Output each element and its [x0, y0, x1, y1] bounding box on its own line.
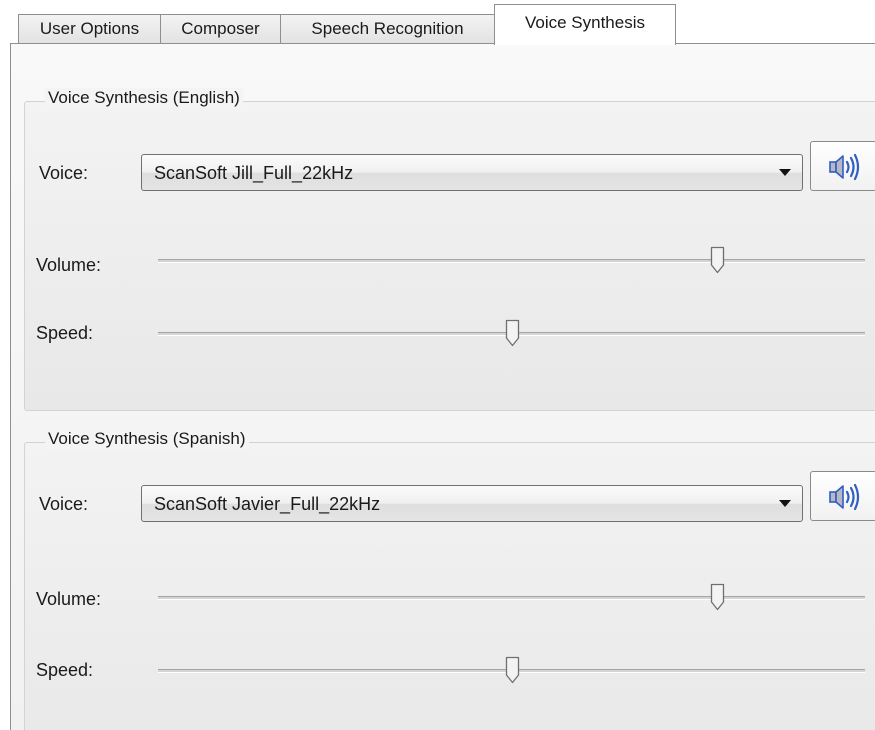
- volume-slider-english[interactable]: [158, 246, 865, 274]
- slider-thumb[interactable]: [710, 583, 725, 611]
- slider-thumb[interactable]: [710, 246, 725, 274]
- voice-select-value: ScanSoft Jill_Full_22kHz: [154, 163, 354, 183]
- speaker-icon: [829, 483, 860, 511]
- voice-select-spanish[interactable]: ScanSoft Javier_Full_22kHz: [141, 485, 803, 522]
- chevron-down-icon: [779, 169, 791, 176]
- speaker-icon: [829, 153, 860, 181]
- volume-label: Volume:: [36, 589, 102, 609]
- volume-label: Volume:: [36, 255, 102, 275]
- preview-voice-spanish-button[interactable]: [810, 471, 875, 521]
- group-legend-spanish: Voice Synthesis (Spanish): [45, 429, 249, 449]
- voice-synthesis-spanish-group: Voice Synthesis (Spanish) Voice: ScanSof…: [24, 429, 875, 730]
- voice-settings-dialog: User Options Composer Speech Recognition…: [0, 0, 875, 730]
- voice-label: Voice:: [39, 163, 89, 183]
- volume-slider-spanish[interactable]: [158, 583, 865, 611]
- tab-composer[interactable]: Composer: [160, 14, 281, 44]
- voice-label: Voice:: [39, 494, 89, 514]
- tab-voice-synthesis[interactable]: Voice Synthesis: [494, 4, 676, 45]
- slider-thumb[interactable]: [505, 656, 520, 684]
- group-legend-english: Voice Synthesis (English): [45, 88, 243, 108]
- tab-speech-recognition[interactable]: Speech Recognition: [280, 14, 495, 44]
- speed-label: Speed:: [36, 660, 94, 680]
- preview-voice-english-button[interactable]: [810, 141, 875, 191]
- voice-select-english[interactable]: ScanSoft Jill_Full_22kHz: [141, 154, 803, 191]
- voice-select-value: ScanSoft Javier_Full_22kHz: [154, 494, 381, 514]
- speed-slider-english[interactable]: [158, 319, 865, 347]
- slider-thumb[interactable]: [505, 319, 520, 347]
- chevron-down-icon: [779, 500, 791, 507]
- speed-label: Speed:: [36, 323, 94, 343]
- voice-synthesis-english-group: Voice Synthesis (English) Voice: ScanSof…: [24, 88, 875, 411]
- speed-slider-spanish[interactable]: [158, 656, 865, 684]
- tab-user-options[interactable]: User Options: [18, 14, 161, 44]
- tab-panel: Voice Synthesis (English) Voice: ScanSof…: [10, 43, 875, 730]
